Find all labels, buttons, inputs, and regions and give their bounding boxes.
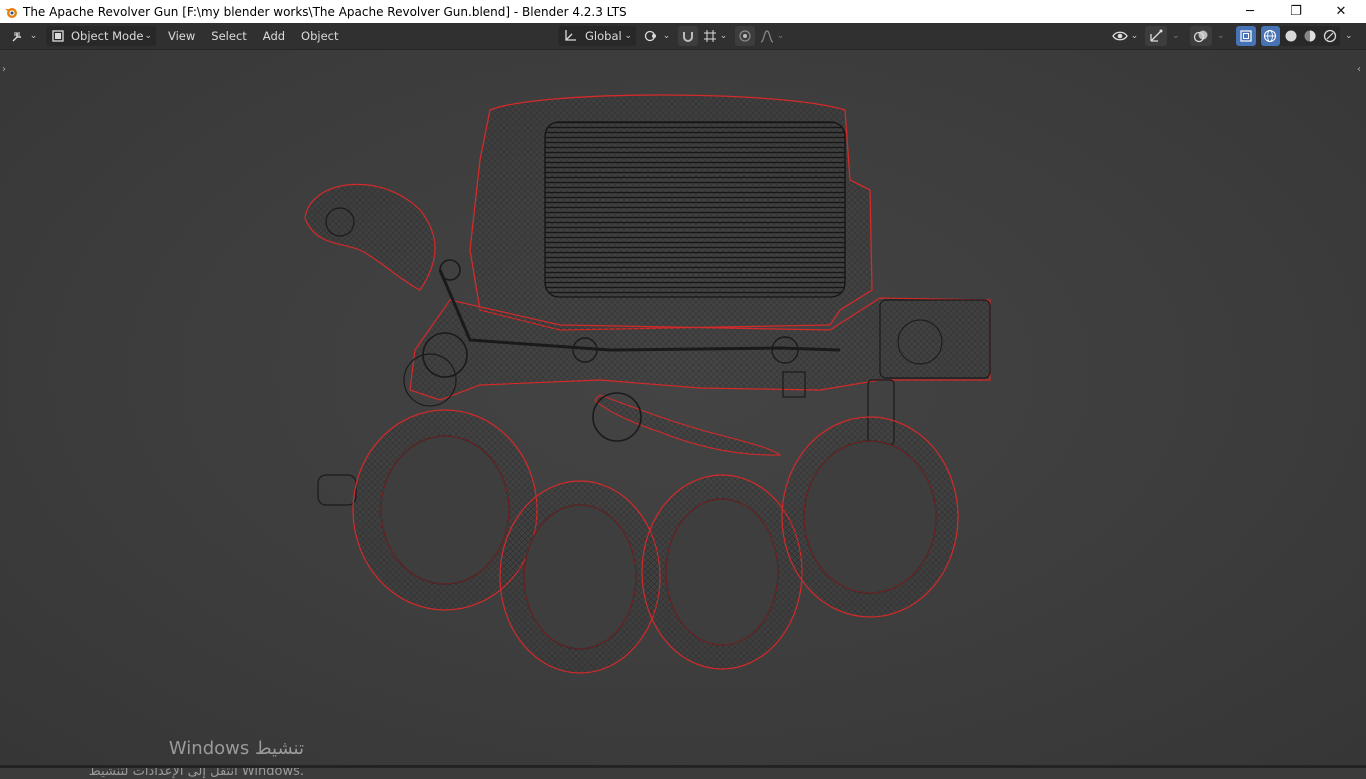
falloff-curve-icon	[760, 30, 773, 43]
chevron-down-icon: ⌄	[776, 31, 785, 41]
shading-dropdown[interactable]: ⌄	[1342, 26, 1356, 46]
overlay-toggle[interactable]	[1190, 26, 1212, 46]
editor-type-icon	[12, 32, 21, 42]
3d-viewport[interactable]: › ‹ Windows تنشيط انتقل إلى الإعدادات لت…	[0, 50, 1366, 779]
falloff-dropdown[interactable]: ⌄	[757, 26, 787, 46]
mode-dropdown[interactable]: Object Mode ⌄	[46, 26, 156, 46]
snap-increment-icon	[703, 30, 716, 42]
visibility-eye-icon	[1111, 31, 1128, 41]
revolver-wireframe-model[interactable]	[0, 50, 1366, 766]
transform-orientation-dropdown[interactable]: Global ⌄	[558, 26, 636, 46]
windows-activation-title: Windows تنشيط	[168, 738, 304, 759]
snap-icon	[683, 32, 693, 42]
overlay-icon	[1193, 30, 1208, 43]
shading-wireframe-button[interactable]	[1260, 26, 1280, 46]
snap-target-dropdown[interactable]: ⌄	[700, 26, 730, 46]
chevron-down-icon: ⌄	[1345, 31, 1353, 41]
visibility-dropdown[interactable]: ⌄	[1109, 26, 1141, 46]
window-title: The Apache Revolver Gun [F:\my blender w…	[23, 4, 627, 19]
orientation-label: Global	[585, 29, 622, 43]
wireframe-sphere-icon	[1264, 29, 1277, 43]
chevron-down-icon: ⌄	[624, 31, 632, 41]
shading-rendered-button[interactable]	[1321, 26, 1339, 46]
close-button[interactable]: ✕	[1318, 0, 1364, 23]
overlay-dropdown[interactable]: ⌄	[1214, 26, 1226, 46]
restore-button[interactable]: ❐	[1273, 0, 1319, 23]
orientation-axes-icon	[565, 30, 576, 41]
chevron-down-icon: ⌄	[1130, 31, 1139, 41]
mode-label: Object Mode	[71, 29, 144, 43]
cylinder-drum-part	[544, 121, 846, 298]
xray-icon	[1240, 30, 1252, 42]
menu-add[interactable]: Add	[257, 26, 291, 46]
chevron-down-icon: ⌄	[719, 31, 728, 41]
solid-sphere-icon	[1285, 30, 1297, 42]
pivot-point-icon	[644, 30, 656, 42]
proportional-edit-icon	[739, 30, 751, 42]
knuckle-duster-rings	[352, 409, 959, 674]
shading-mode-group	[1260, 26, 1340, 46]
gizmo-icon	[1150, 29, 1163, 42]
viewport-header: ⌄ Object Mode ⌄ View Select Add Object G…	[0, 23, 1366, 50]
snap-toggle[interactable]	[678, 26, 698, 46]
menu-select[interactable]: Select	[205, 26, 252, 46]
gizmo-dropdown[interactable]: ⌄	[1169, 26, 1181, 46]
minimize-button[interactable]: ─	[1227, 0, 1273, 23]
chevron-down-icon: ⌄	[29, 31, 38, 41]
proportional-edit-toggle[interactable]	[735, 26, 755, 46]
hammer-part	[304, 183, 436, 291]
editor-type-button[interactable]: ⌄	[8, 26, 40, 46]
object-mode-icon	[52, 30, 64, 42]
trigger-part	[594, 394, 782, 456]
rendered-sphere-icon	[1323, 29, 1337, 43]
chevron-down-icon: ⌄	[1217, 31, 1225, 41]
chevron-down-icon: ⌄	[144, 31, 152, 41]
menu-bar: View Select Add Object	[162, 26, 345, 46]
window-titlebar: The Apache Revolver Gun [F:\my blender w…	[0, 0, 1366, 23]
shading-solid-button[interactable]	[1282, 26, 1300, 46]
gizmo-toggle[interactable]	[1145, 26, 1167, 46]
xray-toggle[interactable]	[1236, 26, 1256, 46]
blender-icon	[5, 7, 17, 18]
pivot-point-button[interactable]: ⌄	[642, 26, 672, 46]
material-sphere-icon	[1304, 30, 1316, 42]
shading-material-button[interactable]	[1301, 26, 1319, 46]
chevron-down-icon: ⌄	[1172, 31, 1180, 41]
menu-object[interactable]: Object	[295, 26, 344, 46]
menu-view[interactable]: View	[162, 26, 201, 46]
chevron-down-icon: ⌄	[662, 31, 671, 41]
